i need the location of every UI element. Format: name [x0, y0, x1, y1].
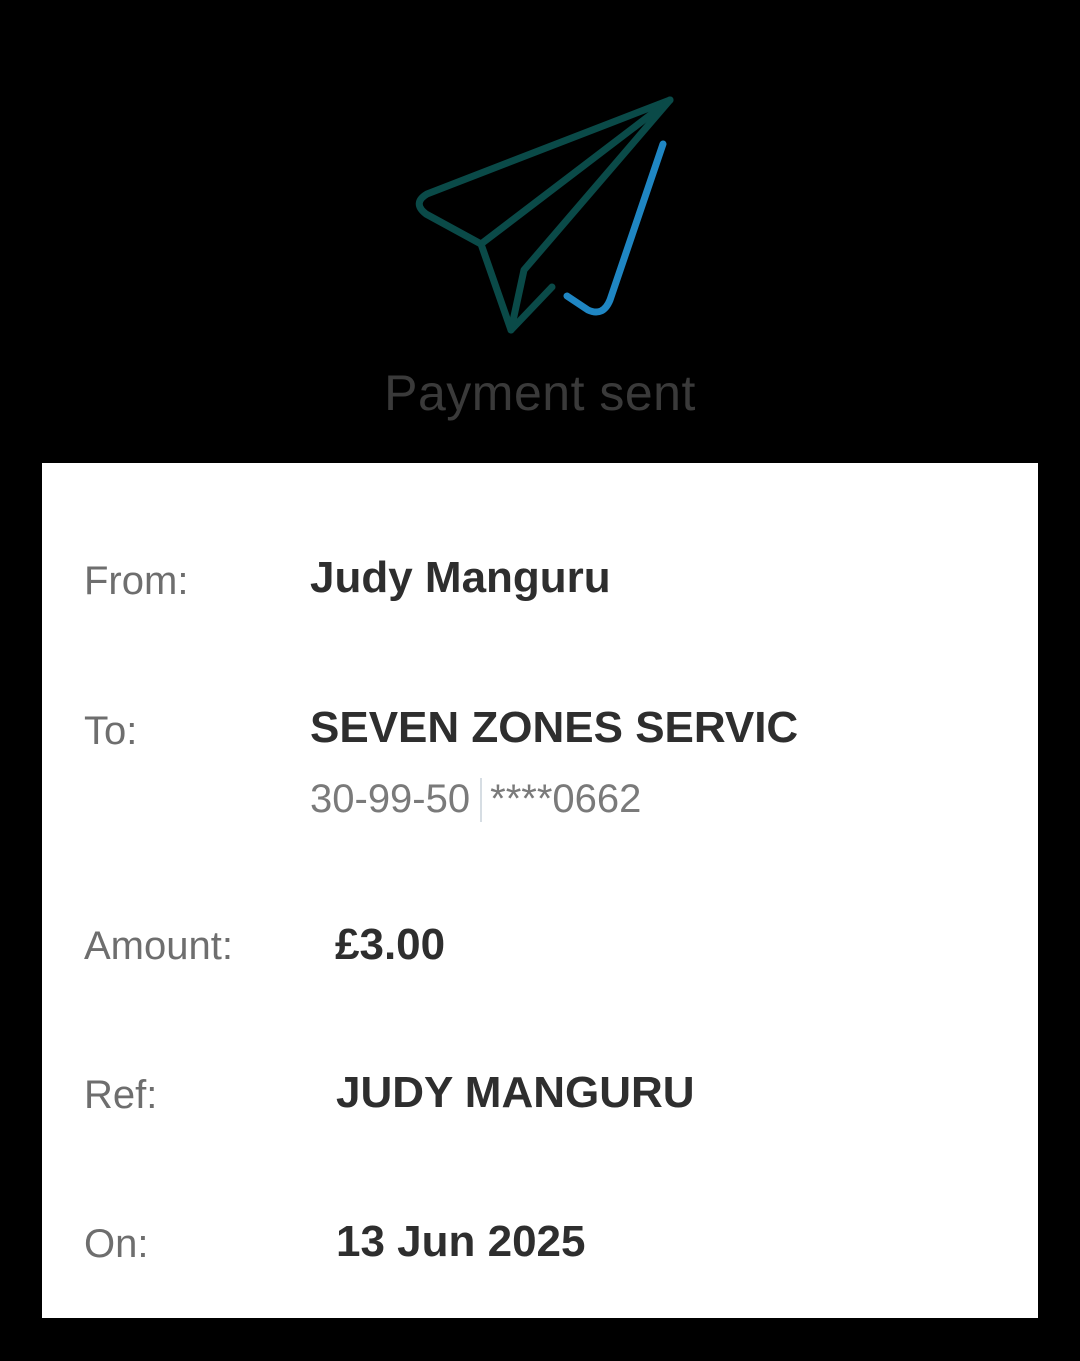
plane-fold-line [477, 96, 674, 248]
ref-label: Ref: [84, 1073, 158, 1117]
payment-details-card: From: Judy Manguru To: SEVEN ZONES SERVI… [42, 463, 1038, 1318]
from-value: Judy Manguru [310, 553, 611, 602]
to-label: To: [84, 709, 138, 753]
plane-outline [415, 96, 674, 334]
amount-label: Amount: [84, 924, 233, 968]
date-value: 13 Jun 2025 [336, 1217, 586, 1266]
paper-plane-icon [415, 96, 674, 334]
from-label: From: [84, 559, 189, 603]
to-value: SEVEN ZONES SERVIC [310, 703, 799, 752]
date-label: On: [84, 1222, 149, 1266]
ref-value: JUDY MANGURU [336, 1068, 695, 1117]
page-title: Payment sent [384, 365, 696, 421]
account-number: ****0662 [490, 777, 642, 821]
amount-value: £3.00 [335, 920, 446, 969]
payee-account-details: 30-99-50 ****0662 [310, 777, 641, 822]
sort-code: 30-99-50 [310, 777, 471, 821]
payment-status-header: Payment sent [0, 0, 1080, 463]
divider [480, 777, 483, 822]
